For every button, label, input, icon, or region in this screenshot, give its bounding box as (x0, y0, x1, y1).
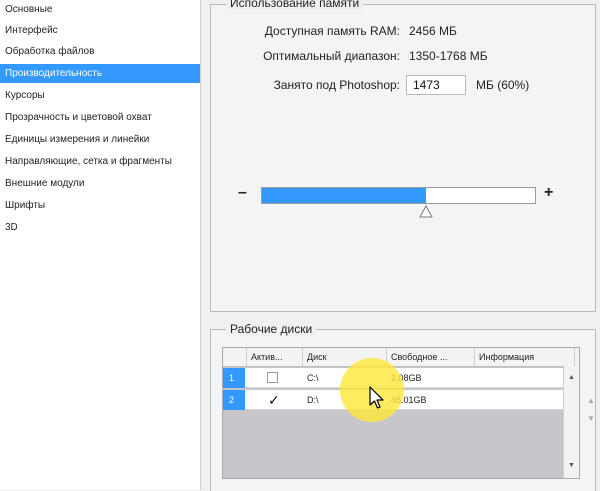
disk-active-checkbox[interactable]: ✓ (267, 393, 280, 407)
sidebar-item-3d[interactable]: 3D (0, 218, 200, 237)
scroll-up-icon[interactable]: ▲ (568, 374, 575, 381)
row-number: 2 (223, 390, 245, 410)
minus-icon[interactable]: – (238, 184, 247, 202)
optimal-range-label: Оптимальный диапазон: (263, 49, 400, 63)
sidebar-item-transparency-gamut[interactable]: Прозрачность и цветовой охват (0, 108, 200, 127)
photoshop-usage-suffix: МБ (60%) (476, 78, 530, 92)
move-down-icon[interactable]: ▼ (587, 414, 595, 423)
scratch-disks-title: Рабочие диски (226, 322, 317, 336)
column-header-index (223, 348, 247, 366)
column-header-free-space[interactable]: Свободное ... (387, 348, 475, 366)
disk-name: C:\ (307, 373, 319, 383)
scroll-down-icon[interactable]: ▼ (568, 462, 575, 469)
sidebar-item-performance[interactable]: Производительность (0, 64, 200, 83)
photoshop-usage-label: Занято под Photoshop: (273, 78, 400, 92)
scratch-disks-table: Актив... Диск Свободное ... Информация 1… (222, 347, 580, 479)
sidebar-item-cursors[interactable]: Курсоры (0, 86, 200, 105)
move-up-icon[interactable]: ▲ (587, 396, 595, 405)
column-header-info[interactable]: Информация (475, 348, 575, 366)
row-number: 1 (223, 368, 245, 388)
table-header: Актив... Диск Свободное ... Информация (223, 348, 579, 367)
sidebar-item-guides-grid[interactable]: Направляющие, сетка и фрагменты (0, 152, 200, 171)
sidebar-item-interface[interactable]: Интерфейс (0, 21, 200, 40)
sidebar-item-type[interactable]: Шрифты (0, 196, 200, 215)
sidebar-item-general[interactable]: Основные (0, 0, 200, 19)
disk-name: D:\ (307, 395, 319, 405)
column-header-active[interactable]: Актив... (247, 348, 303, 366)
table-scrollbar[interactable]: ▲ ▼ (563, 366, 579, 478)
sidebar-item-plugins[interactable]: Внешние модули (0, 174, 200, 193)
sidebar-item-units-rulers[interactable]: Единицы измерения и линейки (0, 130, 200, 149)
photoshop-usage-input[interactable] (406, 75, 466, 95)
plus-icon[interactable]: + (544, 184, 553, 202)
available-ram-value: 2456 МБ (409, 24, 457, 38)
mouse-cursor-icon (369, 386, 384, 409)
preferences-sidebar: Основные Интерфейс Обработка файлов Прои… (0, 0, 201, 490)
memory-slider[interactable] (261, 187, 536, 204)
disk-active-checkbox[interactable] (267, 372, 278, 383)
memory-usage-title: Использование памяти (226, 0, 364, 10)
available-ram-label: Доступная память RAM: (264, 24, 400, 38)
sidebar-item-file-handling[interactable]: Обработка файлов (0, 42, 200, 61)
optimal-range-value: 1350-1768 МБ (409, 49, 488, 63)
slider-thumb-icon[interactable] (419, 205, 433, 219)
memory-slider-fill (262, 188, 426, 203)
